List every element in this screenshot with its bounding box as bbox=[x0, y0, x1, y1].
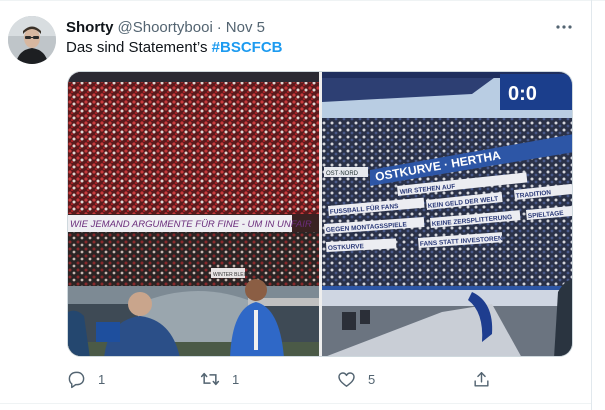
bottom-divider bbox=[0, 403, 591, 404]
left-banner-text: WIE JEMAND ARGUMENTE FÜR FINE - UM IN UN… bbox=[70, 219, 312, 230]
retweet-button[interactable]: 1 bbox=[200, 366, 239, 392]
tweet-text: Das sind Statement’s #BSCFCB bbox=[66, 39, 282, 56]
avatar-photo bbox=[8, 16, 56, 64]
tweet-actions: 1 1 5 bbox=[66, 366, 496, 392]
right-side-sign: OST·NORD bbox=[326, 171, 359, 177]
author-display-name[interactable]: Shorty bbox=[66, 19, 114, 36]
more-horizontal-icon bbox=[556, 25, 572, 29]
scoreboard-score: 0:0 bbox=[508, 83, 537, 105]
like-button[interactable]: 5 bbox=[336, 366, 375, 392]
avatar[interactable] bbox=[8, 16, 56, 64]
stadium-crowd-photo-right: 0:0 OSTKURVE · HERTHA OST·NORD WIR STEHE… bbox=[322, 72, 572, 356]
share-button[interactable] bbox=[471, 366, 491, 392]
retweet-arrows-icon bbox=[200, 369, 220, 389]
tweet-card[interactable]: Shorty @Shoortybooi · Nov 5 Das sind Sta… bbox=[0, 0, 605, 410]
tweet-header: Shorty @Shoortybooi · Nov 5 bbox=[66, 17, 265, 37]
like-count: 5 bbox=[368, 371, 376, 387]
reply-button[interactable]: 1 bbox=[66, 366, 105, 392]
retweet-count: 1 bbox=[232, 371, 240, 387]
heart-icon bbox=[336, 369, 356, 389]
tweet-timestamp[interactable]: Nov 5 bbox=[226, 19, 265, 36]
share-upload-icon bbox=[471, 369, 491, 389]
author-handle[interactable]: @Shoortybooi bbox=[118, 19, 213, 36]
dot-separator: · bbox=[216, 18, 222, 36]
more-button[interactable] bbox=[553, 16, 575, 38]
timeline-border bbox=[591, 0, 592, 410]
photo-right[interactable]: 0:0 OSTKURVE · HERTHA OST·NORD WIR STEHE… bbox=[322, 72, 572, 356]
media-grid: WIE JEMAND ARGUMENTE FÜR FINE - UM IN UN… bbox=[67, 71, 573, 357]
reply-count: 1 bbox=[98, 371, 106, 387]
hashtag-link[interactable]: #BSCFCB bbox=[212, 39, 283, 56]
photo-left[interactable]: WIE JEMAND ARGUMENTE FÜR FINE - UM IN UN… bbox=[68, 72, 319, 356]
stadium-crowd-photo-left: WIE JEMAND ARGUMENTE FÜR FINE - UM IN UN… bbox=[68, 72, 319, 356]
top-divider bbox=[0, 0, 605, 1]
reply-bubble-icon bbox=[66, 369, 86, 389]
left-small-sign: WINTER BLEIBT bbox=[213, 272, 251, 278]
tweet-body: Das sind Statement’s bbox=[66, 39, 212, 56]
